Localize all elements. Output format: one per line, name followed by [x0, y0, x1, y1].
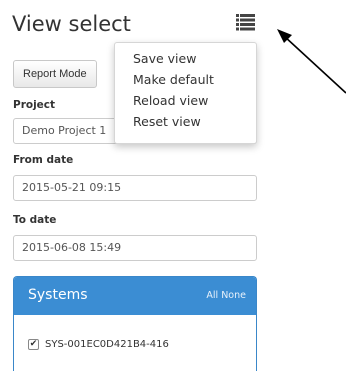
report-mode-button[interactable]: Report Mode	[13, 60, 97, 88]
from-date-label: From date	[13, 154, 74, 166]
menu-item-save-view[interactable]: Save view	[115, 48, 256, 69]
systems-title: Systems	[28, 287, 88, 303]
view-select-panel: View select Report Mode Project Demo Pro…	[0, 0, 346, 371]
page-title: View select	[12, 12, 131, 36]
list-icon[interactable]	[236, 14, 255, 31]
system-list-item[interactable]: ✔ SYS-001EC0D421B4-416	[28, 339, 169, 350]
view-menu-dropdown: Save view Make default Reload view Reset…	[114, 42, 257, 144]
systems-panel: Systems All None ✔ SYS-001EC0D421B4-416	[13, 276, 257, 371]
to-date-label: To date	[13, 214, 57, 226]
select-none-link[interactable]: None	[221, 290, 246, 301]
project-label: Project	[13, 99, 56, 111]
systems-select-links: All None	[206, 290, 246, 301]
from-date-input[interactable]: 2015-05-21 09:15	[13, 175, 257, 201]
system-label: SYS-001EC0D421B4-416	[45, 339, 169, 350]
to-date-input[interactable]: 2015-06-08 15:49	[13, 235, 257, 261]
select-all-link[interactable]: All	[206, 290, 218, 301]
menu-item-make-default[interactable]: Make default	[115, 69, 256, 90]
menu-item-reset-view[interactable]: Reset view	[115, 111, 256, 132]
system-checkbox[interactable]: ✔	[28, 339, 39, 350]
systems-header: Systems All None	[14, 277, 256, 315]
menu-item-reload-view[interactable]: Reload view	[115, 90, 256, 111]
